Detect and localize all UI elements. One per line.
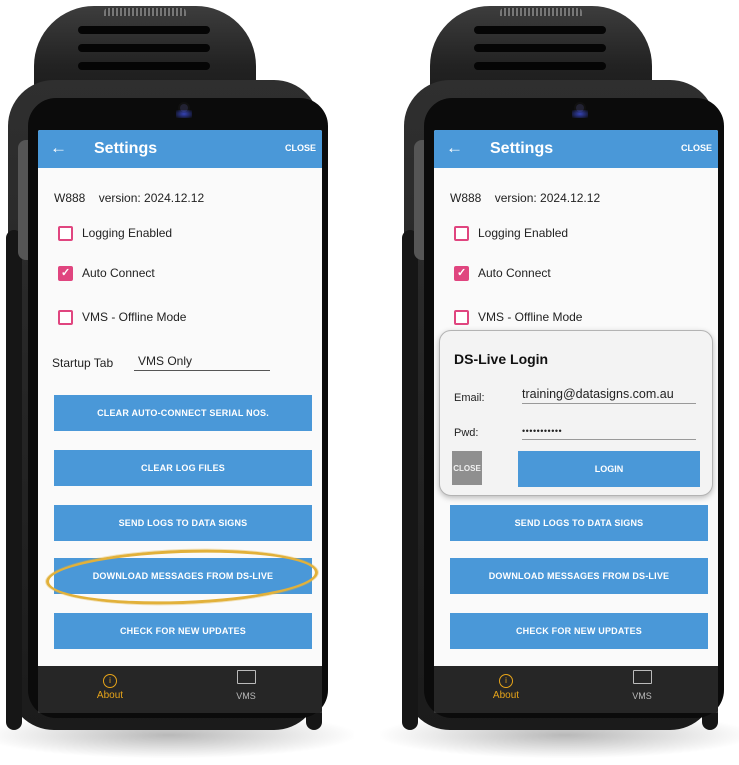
checkbox-label: Logging Enabled [82, 226, 173, 240]
startup-tab-label: Startup Tab [52, 356, 114, 370]
nav-about-label: About [96, 690, 124, 701]
phone-left: ← Settings CLOSE W888 version: 2024.12.1… [0, 0, 354, 758]
password-label: Pwd: [454, 427, 479, 439]
download-messages-button[interactable]: DOWNLOAD MESSAGES FROM DS-LIVE [450, 558, 708, 594]
speaker-grille [78, 62, 210, 70]
password-field[interactable]: ••••••••••• [522, 426, 696, 440]
check-updates-button[interactable]: CHECK FOR NEW UPDATES [450, 613, 708, 649]
close-button[interactable]: CLOSE [285, 143, 316, 153]
speaker-grille [474, 62, 606, 70]
clear-auto-connect-button[interactable]: CLEAR AUTO-CONNECT SERIAL NOS. [54, 395, 312, 431]
monitor-icon [236, 670, 256, 684]
case-side [402, 230, 418, 730]
checkbox-label: Auto Connect [478, 266, 551, 280]
dialog-title: DS-Live Login [454, 351, 549, 367]
page-title: Settings [490, 140, 554, 157]
startup-tab-value: VMS Only [138, 354, 193, 368]
monitor-icon [632, 670, 652, 684]
checkmark-icon: ✓ [457, 267, 467, 279]
checkbox-label: Auto Connect [82, 266, 155, 280]
settings-screen: ← Settings CLOSE W888 version: 2024.12.1… [38, 130, 322, 713]
nav-vms[interactable]: VMS [216, 670, 276, 710]
close-button[interactable]: CLOSE [681, 143, 712, 153]
version-row: W888 version: 2024.12.12 [450, 191, 600, 205]
info-icon: i [103, 674, 117, 688]
camera-glow [176, 110, 192, 118]
case-side [6, 230, 22, 730]
check-updates-button[interactable]: CHECK FOR NEW UPDATES [54, 613, 312, 649]
vms-offline-mode-checkbox[interactable] [58, 310, 73, 325]
nav-about[interactable]: i About [80, 670, 140, 710]
nav-vms-label: VMS [236, 691, 256, 701]
send-logs-button[interactable]: SEND LOGS TO DATA SIGNS [450, 505, 708, 541]
nav-about-label: About [492, 690, 520, 701]
nav-vms[interactable]: VMS [612, 670, 672, 710]
version-row: W888 version: 2024.12.12 [54, 191, 204, 205]
clear-log-files-button[interactable]: CLEAR LOG FILES [54, 450, 312, 486]
device-model: W888 [54, 191, 86, 205]
auto-connect-checkbox[interactable]: ✓ [454, 266, 469, 281]
checkbox-label: Logging Enabled [478, 226, 569, 240]
speaker-grille [474, 26, 606, 34]
app-bar: ← Settings CLOSE [434, 130, 718, 168]
back-arrow-icon[interactable]: ← [446, 138, 463, 158]
logging-enabled-checkbox[interactable] [454, 226, 469, 241]
nav-about[interactable]: i About [476, 670, 536, 710]
startup-tab-select[interactable]: VMS Only [134, 354, 270, 371]
app-version: version: 2024.12.12 [494, 191, 601, 205]
highlight-ring [45, 545, 319, 609]
app-bar: ← Settings CLOSE [38, 130, 322, 168]
email-label: Email: [454, 392, 485, 404]
back-arrow-icon[interactable]: ← [50, 138, 67, 158]
checkbox-label: VMS - Offline Mode [82, 310, 187, 324]
login-button[interactable]: LOGIN [518, 451, 700, 487]
speaker-grille [474, 44, 606, 52]
checkbox-label: VMS - Offline Mode [478, 310, 583, 324]
antenna-grip [104, 8, 186, 16]
speaker-grille [78, 44, 210, 52]
dialog-close-button[interactable]: CLOSE [452, 451, 482, 485]
settings-screen-login: ← Settings CLOSE W888 version: 2024.12.1… [434, 130, 718, 713]
speaker-grille [78, 26, 210, 34]
info-icon: i [499, 674, 513, 688]
app-version: version: 2024.12.12 [98, 191, 205, 205]
checkmark-icon: ✓ [61, 267, 71, 279]
auto-connect-checkbox[interactable]: ✓ [58, 266, 73, 281]
bottom-nav: i About VMS [434, 666, 718, 713]
camera-glow [572, 110, 588, 118]
ds-live-login-dialog: DS-Live Login Email: training@datasigns.… [439, 330, 713, 496]
page-title: Settings [94, 140, 158, 157]
vms-offline-mode-checkbox[interactable] [454, 310, 469, 325]
device-model: W888 [450, 191, 482, 205]
antenna-grip [500, 8, 582, 16]
logging-enabled-checkbox[interactable] [58, 226, 73, 241]
nav-vms-label: VMS [632, 691, 652, 701]
email-field[interactable]: training@datasigns.com.au [522, 387, 696, 404]
phone-right: ← Settings CLOSE W888 version: 2024.12.1… [380, 0, 739, 758]
bottom-nav: i About VMS [38, 666, 322, 713]
send-logs-button[interactable]: SEND LOGS TO DATA SIGNS [54, 505, 312, 541]
